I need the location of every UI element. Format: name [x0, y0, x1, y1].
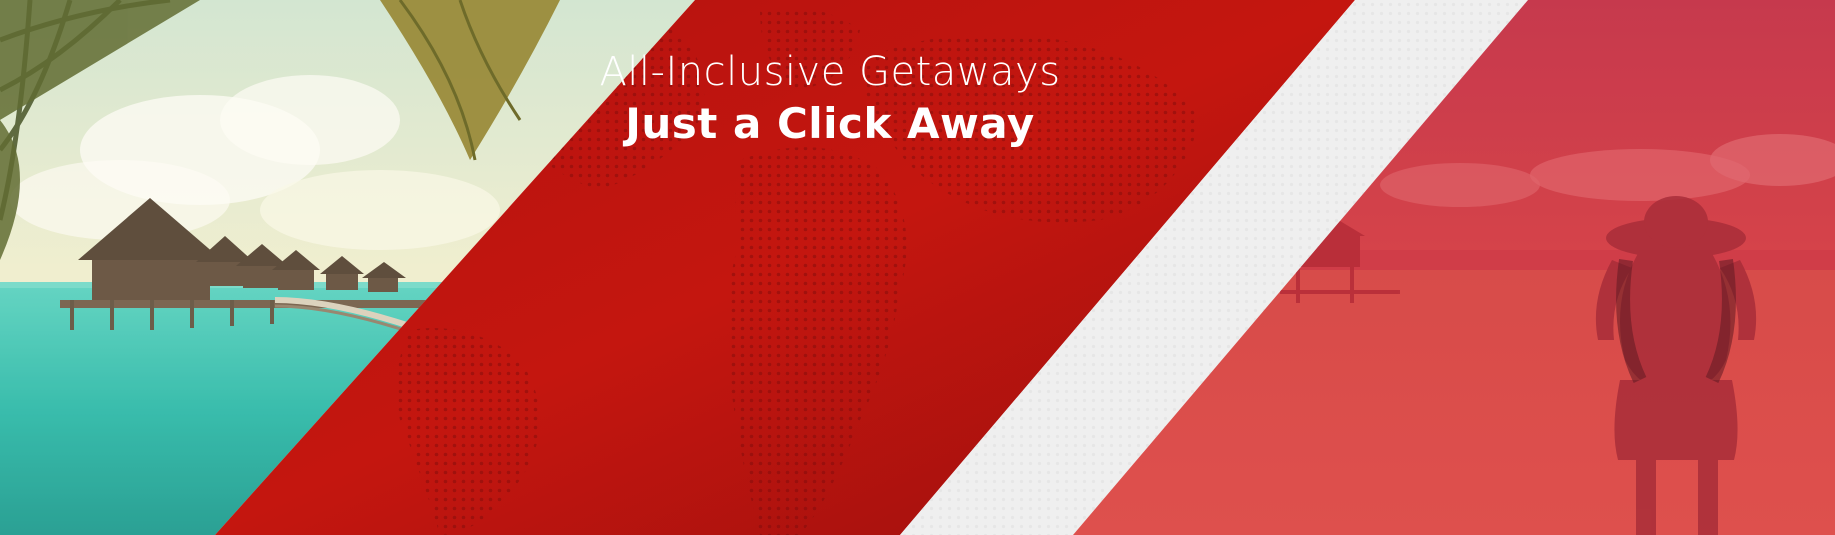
banner-headline: All-Inclusive Getaways Just a Click Away: [560, 48, 1100, 150]
headline-title: Just a Click Away: [625, 99, 1035, 148]
headline-subtitle: All-Inclusive Getaways: [599, 49, 1061, 95]
hero-banner: All-Inclusive Getaways Just a Click Away: [0, 0, 1835, 535]
